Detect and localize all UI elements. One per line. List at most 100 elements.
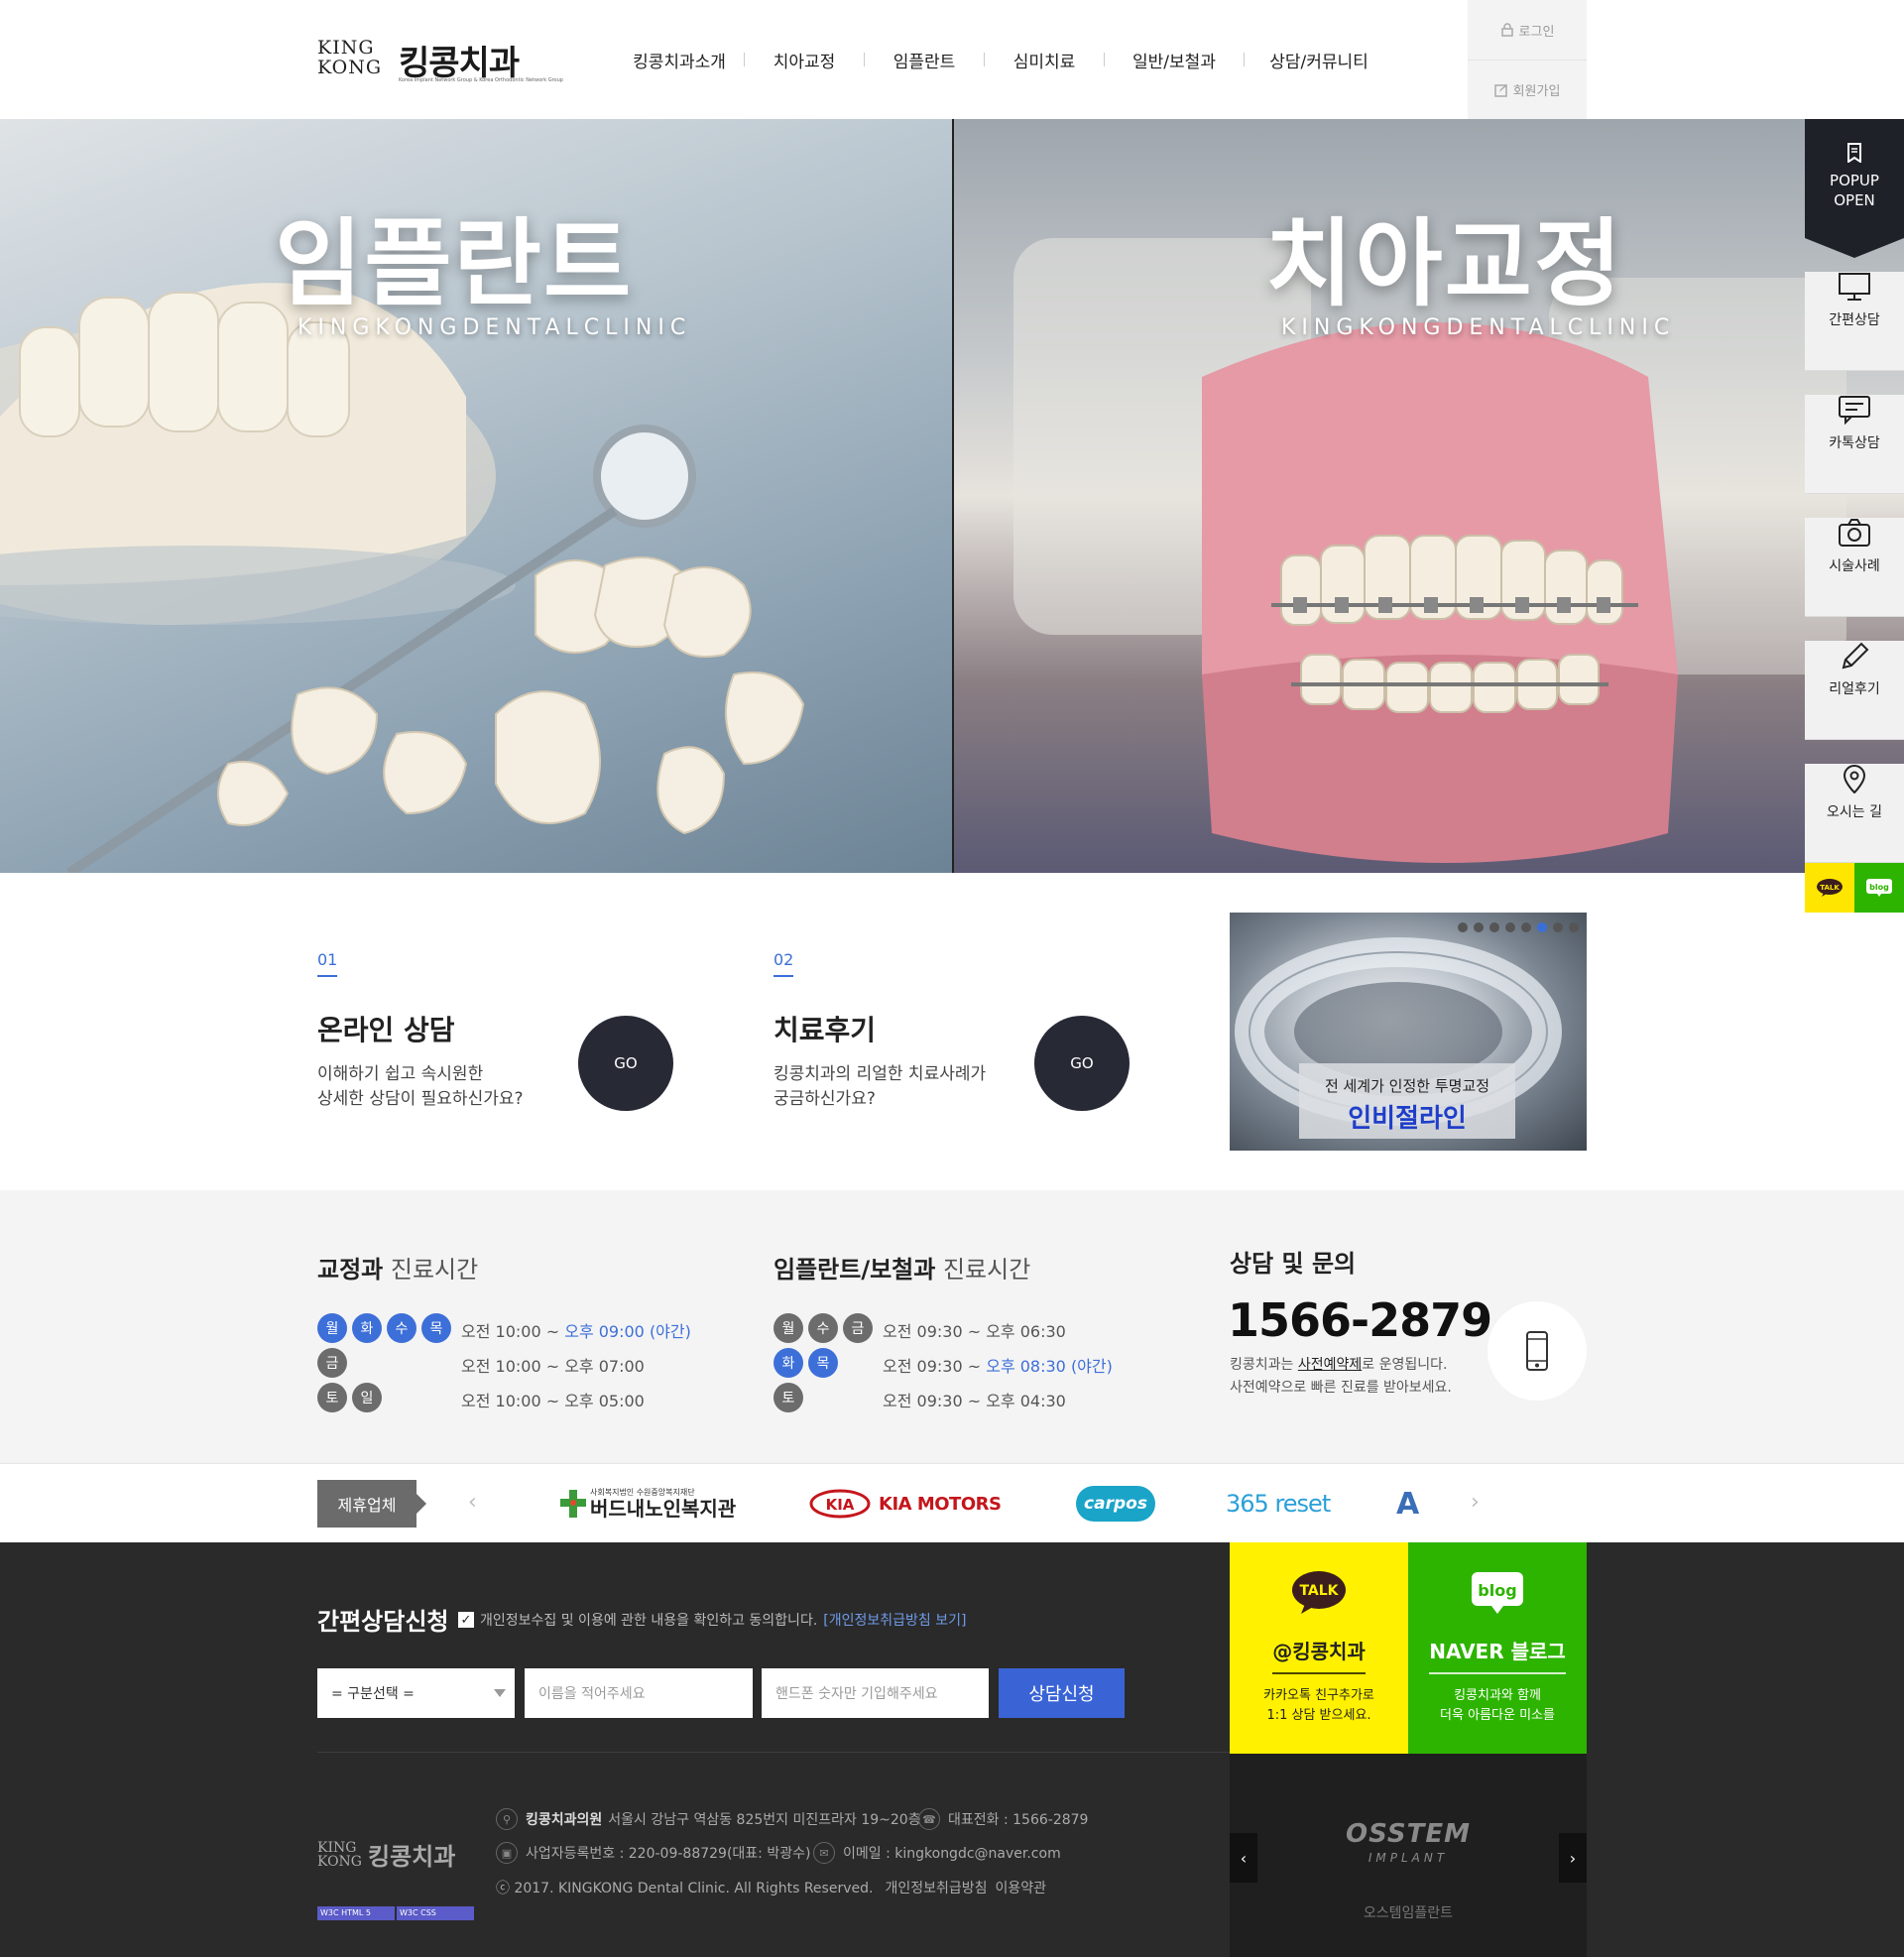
phone-call-button[interactable] bbox=[1488, 1301, 1587, 1401]
ortho-time: 오전 10:00 ~ 오후 07:00 bbox=[461, 1357, 645, 1376]
nav-item-general[interactable]: 일반/보철과 bbox=[1105, 40, 1244, 79]
hero-title-implant: 임플란트 bbox=[275, 208, 634, 319]
quick-item-consult[interactable]: 간편상담 bbox=[1805, 272, 1904, 371]
hero-panel-implant[interactable]: 임플란트 KINGKONGDENTALCLINIC bbox=[0, 119, 952, 873]
privacy-policy-link[interactable]: [개인정보취급방침 보기] bbox=[823, 1610, 966, 1630]
implant-hours-title-rest: 진료시간 bbox=[942, 1256, 1031, 1284]
contact-title: 상담 및 문의 bbox=[1230, 1250, 1357, 1278]
agree-checkbox[interactable]: ✓ bbox=[458, 1612, 474, 1628]
login-link[interactable]: 로그인 bbox=[1468, 0, 1587, 60]
nav-item-community[interactable]: 상담/커뮤니티 bbox=[1245, 40, 1393, 79]
invisalign-banner[interactable]: 전 세계가 인정한 투명교정 인비절라인 bbox=[1230, 913, 1587, 1151]
footer-copyright: ⓒ 2017. KINGKONG Dental Clinic. All Righ… bbox=[496, 1881, 874, 1896]
naver-desc-line: 킹콩치과와 함께 bbox=[1454, 1688, 1541, 1703]
logo-tagline: Korea Implant Network Group & Korea Orth… bbox=[399, 77, 563, 83]
implant-hours-row: 토 bbox=[774, 1383, 808, 1412]
ortho-hours-title-bold: 교정과 bbox=[317, 1256, 384, 1284]
day-badge: 목 bbox=[808, 1348, 838, 1378]
pagination-dot[interactable] bbox=[1474, 922, 1484, 932]
naver-blog-card[interactable]: blog NAVER 블로그 킹콩치과와 함께 더욱 아름다운 미소를 bbox=[1408, 1542, 1587, 1754]
phone-input[interactable]: 핸드폰 숫자만 기입해주세요 bbox=[762, 1668, 989, 1718]
site-header: KING KONG 킹콩치과 Korea Implant Network Grou… bbox=[0, 0, 1904, 119]
site-logo[interactable]: KING KONG 킹콩치과 Korea Implant Network Grou… bbox=[317, 36, 563, 85]
kia-oval-icon: KIA bbox=[809, 1489, 871, 1519]
quick-item-cases[interactable]: 시술사례 bbox=[1805, 518, 1904, 617]
w3c-html-badge[interactable]: W3C HTML 5 bbox=[317, 1906, 395, 1920]
footer-biz: ▣ 사업자등록번호 : 220-09-88729(대표: 박광수) bbox=[496, 1842, 810, 1864]
footer-logo[interactable]: KING KONG 킹콩치과 bbox=[317, 1837, 455, 1872]
cta-reviews: 02 치료후기 킹콩치과의 리얼한 치료사례가 궁금하신가요? bbox=[774, 950, 986, 1112]
bookmark-icon bbox=[1847, 143, 1861, 163]
kakao-plus-card[interactable]: TALK @킹콩치과 카카오톡 친구추가로 1:1 상담 받으세요. bbox=[1230, 1542, 1408, 1754]
kakao-card-desc: 카카오톡 친구추가로 1:1 상담 받으세요. bbox=[1230, 1686, 1408, 1726]
pagination-dot[interactable] bbox=[1553, 922, 1563, 932]
pagination-dot[interactable] bbox=[1458, 922, 1468, 932]
time-highlight: 오후 08:30 (야간) bbox=[986, 1357, 1113, 1376]
day-badge: 수 bbox=[387, 1313, 416, 1343]
cta-title: 치료후기 bbox=[774, 1014, 877, 1046]
name-input[interactable]: 이름을 적어주세요 bbox=[525, 1668, 753, 1718]
quick-sns: TALK blog bbox=[1805, 863, 1904, 913]
footer-address-text: 서울시 강남구 역삼동 825번지 미진프라자 19~20층 bbox=[608, 1812, 921, 1828]
osstem-next-icon[interactable]: › bbox=[1559, 1833, 1587, 1883]
quick-item-kakao[interactable]: 카톡상담 bbox=[1805, 395, 1904, 494]
pagination-dot[interactable] bbox=[1569, 922, 1579, 932]
contact-phone[interactable]: 1566-2879 bbox=[1228, 1293, 1492, 1347]
submit-consult-button[interactable]: 상담신청 bbox=[999, 1668, 1125, 1718]
quick-naver-blog-button[interactable]: blog bbox=[1854, 863, 1904, 913]
pagination-dot[interactable] bbox=[1521, 922, 1531, 932]
day-badge: 목 bbox=[421, 1313, 451, 1343]
category-select[interactable]: = 구분선택 = bbox=[317, 1668, 515, 1718]
hero-panel-ortho[interactable]: 치아교정 KINGKONGDENTALCLINIC bbox=[954, 119, 1904, 873]
naver-desc-line: 더욱 아름다운 미소를 bbox=[1440, 1708, 1555, 1723]
implant-hours-row: 월 수 금 bbox=[774, 1313, 878, 1343]
clinic-hours-section: 교정과 진료시간 월 화 수 목 오전 10:00 ~ 오후 09:00 (야간… bbox=[0, 1190, 1904, 1463]
join-label: 회원가입 bbox=[1512, 84, 1561, 99]
partner-logo-carpos[interactable]: carpos bbox=[1076, 1486, 1155, 1522]
quick-item-reviews[interactable]: 리얼후기 bbox=[1805, 641, 1904, 740]
day-badge: 월 bbox=[317, 1313, 347, 1343]
footer-address: ⚲ 킹콩치과의원 서울시 강남구 역삼동 825번지 미진프라자 19~20층 bbox=[496, 1808, 921, 1830]
popup-label-1: POPUP bbox=[1830, 172, 1879, 189]
chevron-down-icon bbox=[494, 1689, 506, 1697]
pagination-dot-active[interactable] bbox=[1537, 922, 1547, 932]
quick-item-location[interactable]: 오시는 길 bbox=[1805, 764, 1904, 863]
footer-terms-link[interactable]: 이용약관 bbox=[995, 1878, 1046, 1897]
contact-desc-text: 킹콩치과는 bbox=[1230, 1357, 1298, 1373]
quick-kakao-talk-button[interactable]: TALK bbox=[1805, 863, 1854, 913]
footer-email-text: 이메일 : kingkongdc@naver.com bbox=[843, 1846, 1061, 1862]
pagination-dot[interactable] bbox=[1505, 922, 1515, 932]
nav-item-implant[interactable]: 임플란트 bbox=[865, 40, 984, 79]
partner-logo-birdnae[interactable]: 사회복지법인 수원중앙복지재단 버드내노인복지관 bbox=[560, 1486, 736, 1522]
go-button-reviews[interactable]: GO bbox=[1034, 1016, 1130, 1111]
nav-item-aesthetic[interactable]: 심미치료 bbox=[985, 40, 1104, 79]
ortho-hours-row: 월 화 수 목 bbox=[317, 1313, 456, 1343]
partner-logo-kia[interactable]: KIA KIA MOTORS bbox=[809, 1486, 1002, 1522]
partners-next-icon[interactable]: › bbox=[1471, 1490, 1480, 1515]
phone-icon: ☎ bbox=[918, 1808, 940, 1830]
hero-sub-implant: KINGKONGDENTALCLINIC bbox=[298, 315, 692, 340]
naver-card-name: NAVER 블로그 bbox=[1429, 1636, 1566, 1674]
kakao-desc-line: 카카오톡 친구추가로 bbox=[1263, 1688, 1374, 1703]
popup-open-button[interactable]: POPUP OPEN bbox=[1805, 119, 1904, 258]
contact-desc: 킹콩치과는 사전예약제로 운영됩니다. 사전예약으로 빠른 진료를 받아보세요. bbox=[1230, 1354, 1452, 1400]
w3c-css-badge[interactable]: W3C CSS bbox=[397, 1906, 474, 1920]
pagination-dot[interactable] bbox=[1489, 922, 1499, 932]
quick-label-kakao: 카톡상담 bbox=[1829, 435, 1880, 451]
partners-prev-icon[interactable]: ‹ bbox=[468, 1490, 477, 1515]
pencil-icon bbox=[1842, 642, 1869, 670]
osstem-banner[interactable]: ‹ OSSTEM IMPLANT 오스템임플란트 › bbox=[1230, 1754, 1587, 1957]
quick-blog-text: blog bbox=[1869, 883, 1889, 892]
day-badge: 토 bbox=[317, 1383, 347, 1412]
go-button-consult[interactable]: GO bbox=[578, 1016, 673, 1111]
quick-label-location: 오시는 길 bbox=[1827, 804, 1882, 820]
quick-label-consult: 간편상담 bbox=[1829, 312, 1880, 328]
nav-item-intro[interactable]: 킹콩치과소개 bbox=[615, 40, 744, 79]
footer-privacy-link[interactable]: 개인정보취급방침 bbox=[885, 1878, 987, 1897]
time-highlight: 오후 09:00 (야간) bbox=[564, 1322, 691, 1341]
partner-logo-365reset[interactable]: 365 reset bbox=[1226, 1486, 1331, 1522]
nav-item-ortho[interactable]: 치아교정 bbox=[745, 40, 864, 79]
cta-number-underline bbox=[774, 975, 793, 977]
partner-logo-a[interactable]: A bbox=[1396, 1486, 1419, 1522]
join-link[interactable]: 회원가입 bbox=[1468, 60, 1587, 119]
